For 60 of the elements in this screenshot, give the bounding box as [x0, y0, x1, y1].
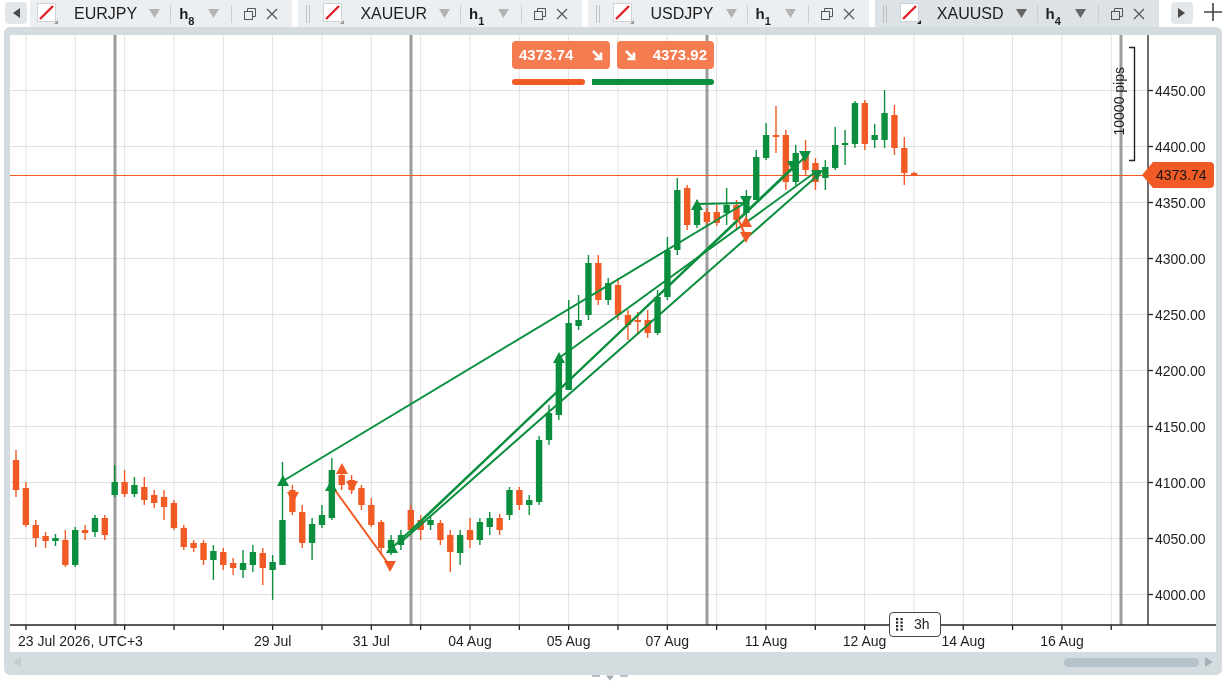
time-axis-label: 23 Jul 2026, UTC+3 — [18, 633, 143, 649]
symbol-dropdown[interactable]: USDJPY — [650, 5, 737, 22]
pip-distance-label: 10000 pips — [1111, 67, 1127, 136]
price-axis-label: 4450.00 — [1155, 82, 1206, 99]
resize-grip-icon[interactable] — [592, 675, 628, 681]
caret-down-icon — [725, 9, 737, 18]
time-axis-label: 05 Aug — [546, 633, 591, 649]
symbol-dropdown[interactable]: EURJPY — [74, 5, 161, 22]
time-axis-label: 04 Aug — [448, 633, 492, 649]
close-icon[interactable] — [266, 7, 279, 20]
caret-down-icon — [1074, 9, 1086, 18]
price-axis-label: 4100.00 — [1155, 474, 1206, 491]
price-axis-label: 4400.00 — [1155, 138, 1206, 155]
chart-tab[interactable]: EURJPY h$_{8}$ — [30, 0, 293, 27]
restore-icon[interactable] — [1110, 7, 1123, 20]
arrow-down-right-icon — [624, 49, 636, 61]
time-marker-handle[interactable]: 3h — [889, 612, 941, 637]
caret-right-icon — [1178, 8, 1186, 18]
price-axis-label: 4200.00 — [1155, 362, 1206, 379]
caret-down-icon — [498, 9, 510, 18]
chart-tab[interactable]: USDJPY h$_{1}$ — [588, 0, 869, 27]
symbol-dropdown[interactable]: XAUEUR — [360, 5, 451, 22]
caret-down-icon — [784, 9, 796, 18]
time-axis-label: 29 Jul — [253, 633, 292, 649]
close-icon[interactable] — [1132, 7, 1145, 20]
drag-handle-icon[interactable] — [306, 4, 311, 23]
caret-down-icon — [208, 9, 220, 18]
price-axis-label: 4300.00 — [1155, 250, 1206, 267]
restore-icon[interactable] — [534, 7, 547, 20]
time-axis-label: 16 Aug — [1040, 633, 1084, 649]
caret-down-icon — [1015, 9, 1027, 18]
close-icon[interactable] — [842, 7, 855, 20]
chart-tab[interactable]: XAUUSD h$_{4}$ — [874, 0, 1159, 27]
caret-down-icon — [149, 9, 161, 18]
scroll-tabs-left-button[interactable] — [5, 2, 27, 24]
chart-tab[interactable]: XAUEUR h$_{1}$ — [298, 0, 583, 27]
price-axis-label: 4150.00 — [1155, 418, 1206, 435]
scroll-tabs-right-button[interactable] — [1170, 2, 1193, 24]
time-axis-label: 31 Jul — [352, 633, 390, 649]
time-axis-label: 14 Aug — [941, 633, 986, 649]
caret-down-icon — [439, 9, 451, 18]
time-axis-label: 11 Aug — [744, 633, 788, 649]
drag-handle-icon[interactable] — [882, 4, 887, 23]
price-axis-label: 4050.00 — [1155, 530, 1206, 547]
time-axis-label: 07 Aug — [645, 633, 690, 649]
restore-icon[interactable] — [820, 7, 833, 20]
close-icon[interactable] — [556, 7, 569, 20]
drag-handle-icon[interactable] — [596, 4, 601, 23]
symbol-dropdown[interactable]: XAUUSD — [936, 5, 1027, 22]
time-axis-label: 12 Aug — [842, 633, 887, 649]
restore-icon[interactable] — [244, 7, 257, 20]
price-axis-label: 4250.00 — [1155, 306, 1206, 323]
current-price-tag: 4373.74 — [1142, 162, 1214, 188]
arrow-down-right-icon — [591, 49, 603, 61]
scrollbar-thumb[interactable] — [1064, 657, 1199, 667]
price-axis-label: 4000.00 — [1155, 586, 1206, 603]
price-axis-label: 4350.00 — [1155, 194, 1206, 211]
grip-dots-icon — [896, 618, 903, 631]
caret-left-icon — [12, 8, 20, 18]
plus-icon[interactable] — [1202, 2, 1223, 22]
